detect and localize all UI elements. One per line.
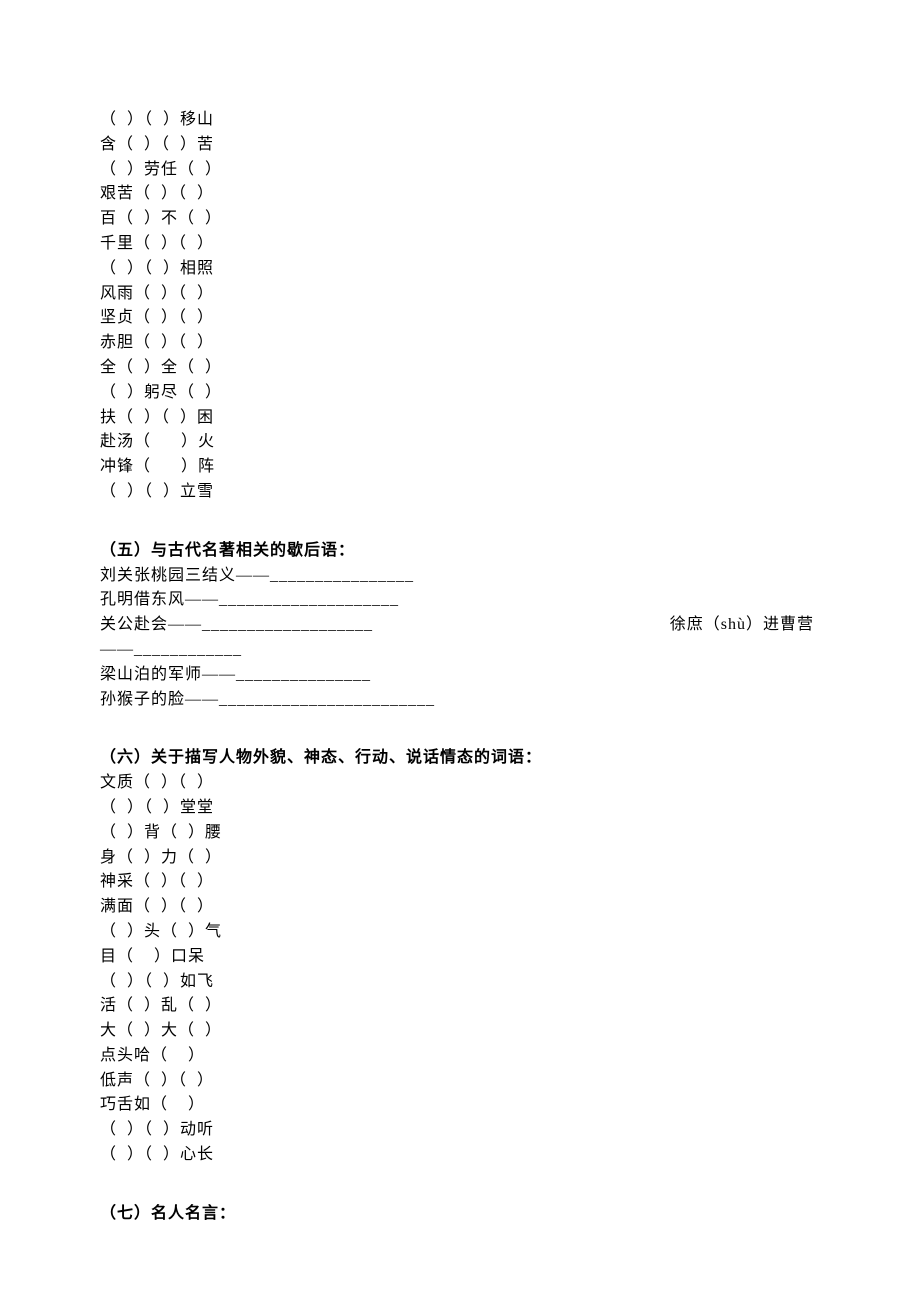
text-line: 身（ ）力（ ） <box>100 846 820 871</box>
section-5-body: 刘关张桃园三结义——________________ 孔明借东风——______… <box>100 564 820 713</box>
text-line: （ ）劳任（ ） <box>100 158 820 183</box>
text-line: （ ）（ ）心长 <box>100 1143 820 1168</box>
text-line: （ ）头（ ）气 <box>100 920 820 945</box>
text-line: （ ）（ ）动听 <box>100 1118 820 1143</box>
text-line: 含（ ）（ ）苦 <box>100 133 820 158</box>
text-line: 孙猴子的脸——________________________ <box>100 688 820 713</box>
text-line: 梁山泊的军师——_______________ <box>100 663 820 688</box>
text-line: （ ）（ ）移山 <box>100 108 820 133</box>
section-6-body: 文质（ ）（ ） （ ）（ ）堂堂 （ ）背（ ）腰 身（ ）力（ ） 神采（ … <box>100 771 820 1168</box>
text-line: （ ）躬尽（ ） <box>100 381 820 406</box>
text-line: 低声（ ）（ ） <box>100 1069 820 1094</box>
section-6-heading: （六）关于描写人物外貌、神态、行动、说话情态的词语： <box>100 746 820 771</box>
text-line: 冲锋（ ）阵 <box>100 455 820 480</box>
text-line: （ ）（ ）堂堂 <box>100 796 820 821</box>
text-line: 扶（ ）（ ）困 <box>100 406 820 431</box>
right-note: 徐庶（shù）进曹营 <box>670 613 820 638</box>
text-line: 目（ ）口呆 <box>100 945 820 970</box>
text-line: （ ）背（ ）腰 <box>100 821 820 846</box>
text-line-split: 关公赴会——___________________ 徐庶（shù）进曹营 <box>100 613 820 638</box>
text-line: 满面（ ）（ ） <box>100 895 820 920</box>
text-line: 点头哈（ ） <box>100 1044 820 1069</box>
section-5-heading: （五）与古代名著相关的歇后语： <box>100 539 820 564</box>
text-line: 赴汤（ ）火 <box>100 430 820 455</box>
text-line: 关公赴会——___________________ <box>100 613 373 638</box>
text-line: 千里（ ）（ ） <box>100 232 820 257</box>
text-line: 百（ ）不（ ） <box>100 207 820 232</box>
text-line: 文质（ ）（ ） <box>100 771 820 796</box>
text-line: 活（ ）乱（ ） <box>100 994 820 1019</box>
document-page: （ ）（ ）移山 含（ ）（ ）苦 （ ）劳任（ ） 艰苦（ ）（ ） 百（ ）… <box>0 0 920 1287</box>
text-line: 全（ ）全（ ） <box>100 356 820 381</box>
text-line: 孔明借东风——____________________ <box>100 588 820 613</box>
text-line: （ ）（ ）立雪 <box>100 480 820 505</box>
text-line: 坚贞（ ）（ ） <box>100 306 820 331</box>
text-line: 大（ ）大（ ） <box>100 1019 820 1044</box>
text-line: 艰苦（ ）（ ） <box>100 182 820 207</box>
text-line: ——____________ <box>100 638 820 663</box>
text-line: 风雨（ ）（ ） <box>100 282 820 307</box>
text-line: 赤胆（ ）（ ） <box>100 331 820 356</box>
text-line: （ ）（ ）如飞 <box>100 970 820 995</box>
text-line: 巧舌如（ ） <box>100 1093 820 1118</box>
text-line: （ ）（ ）相照 <box>100 257 820 282</box>
section-7-heading: （七）名人名言： <box>100 1202 820 1227</box>
idioms-block-1: （ ）（ ）移山 含（ ）（ ）苦 （ ）劳任（ ） 艰苦（ ）（ ） 百（ ）… <box>100 108 820 505</box>
text-line: 神采（ ）（ ） <box>100 870 820 895</box>
text-line: 刘关张桃园三结义——________________ <box>100 564 820 589</box>
